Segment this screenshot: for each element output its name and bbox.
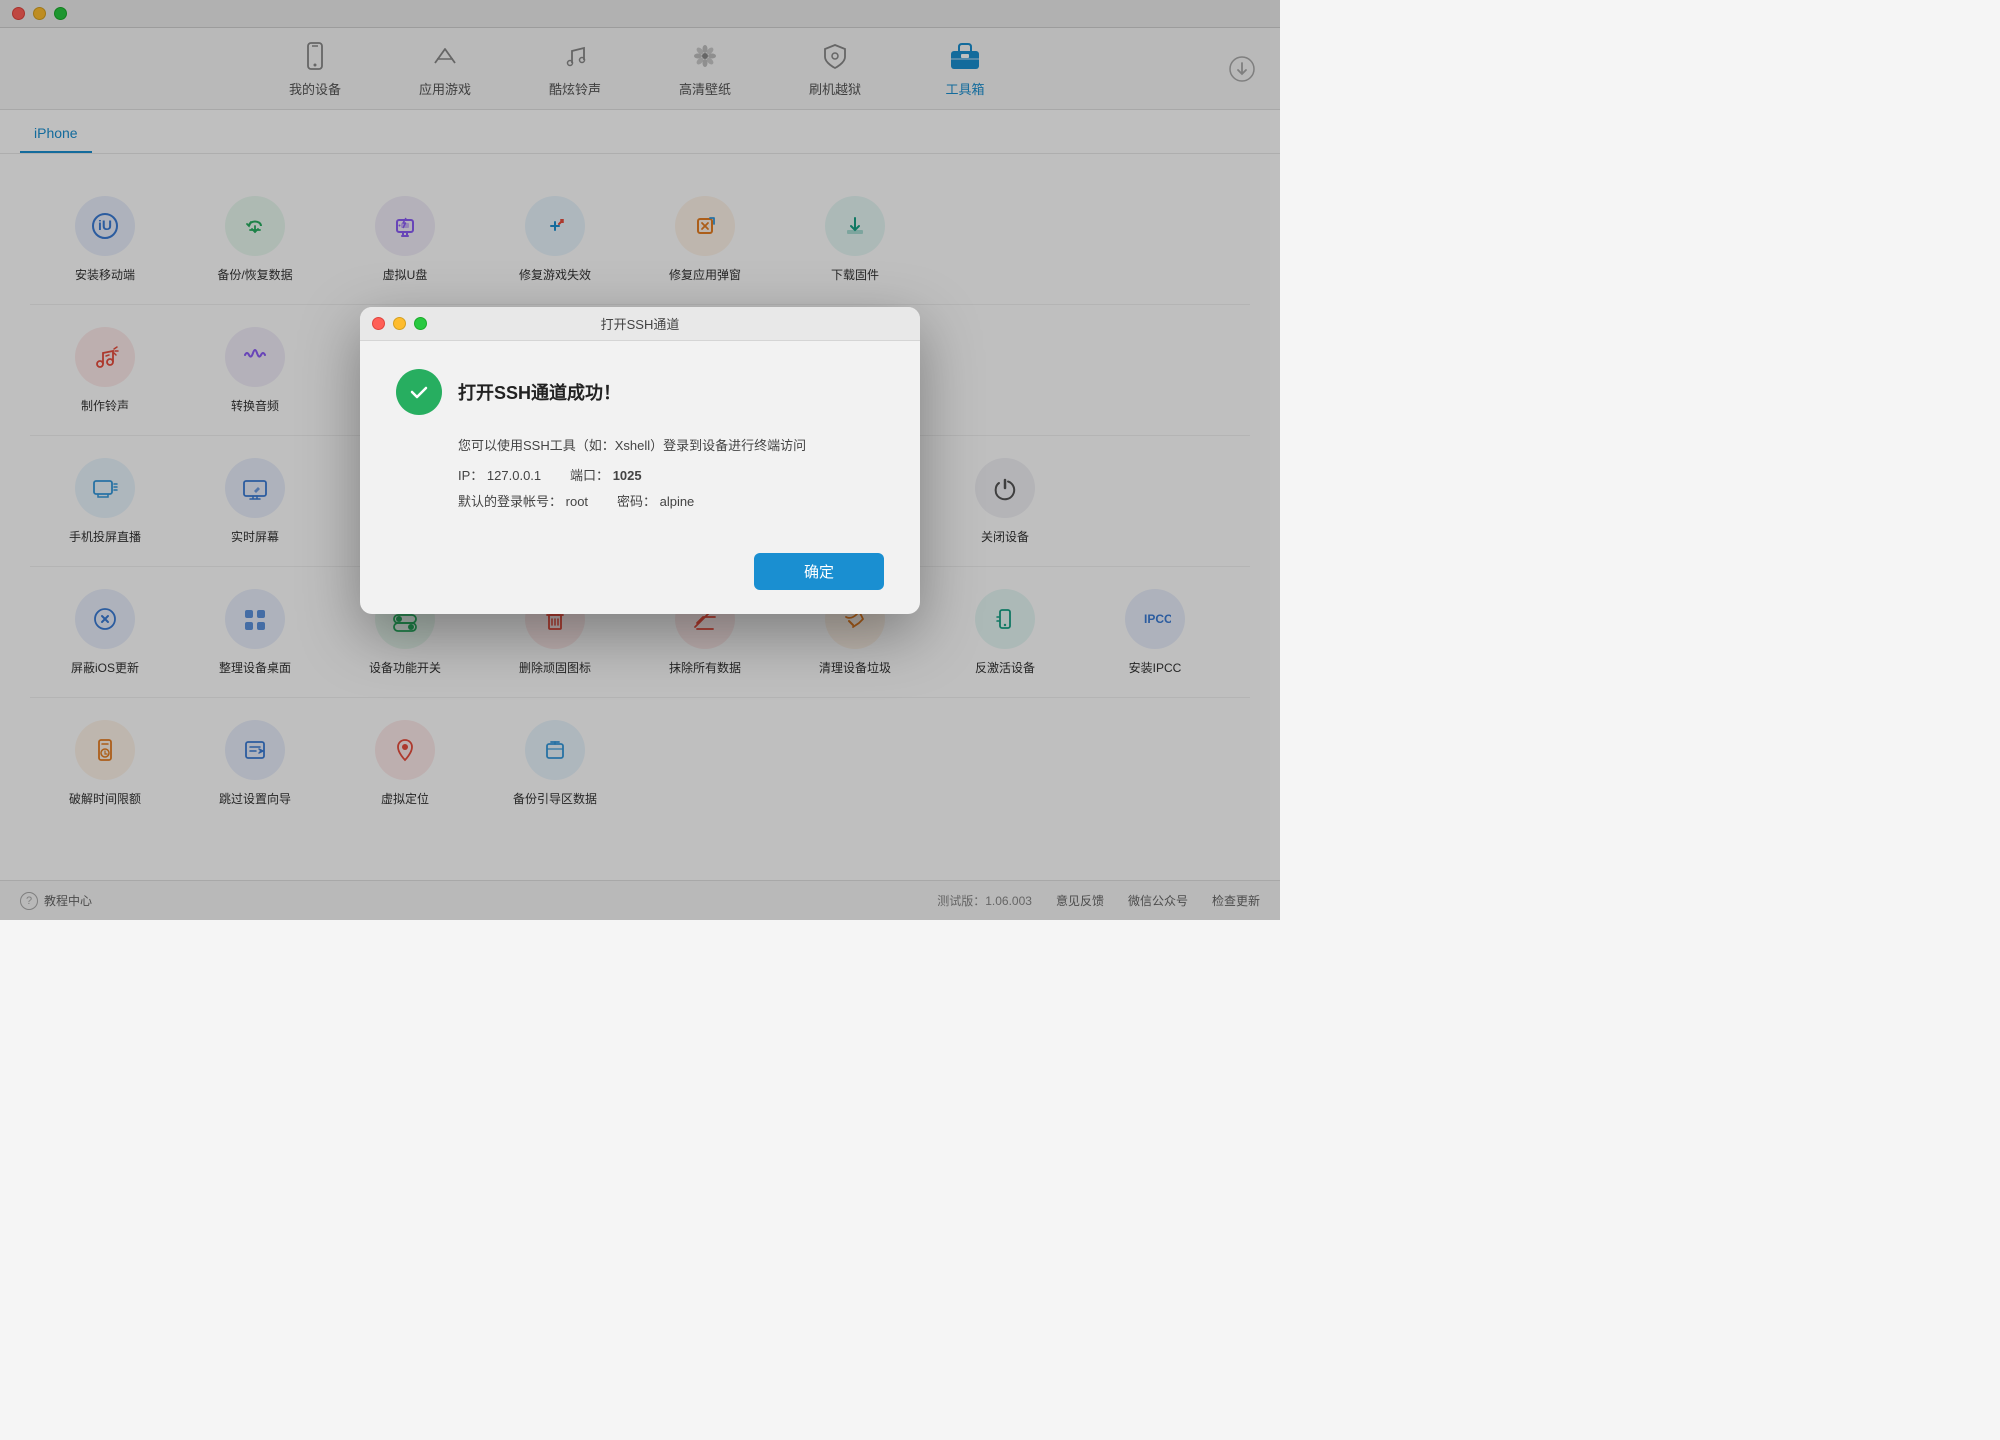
modal-port-value: 1025 bbox=[613, 468, 642, 483]
modal-close-button[interactable] bbox=[372, 317, 385, 330]
modal-footer: 确定 bbox=[360, 543, 920, 614]
modal-account-label: 默认的登录帐号： bbox=[458, 494, 562, 509]
modal-password-label: 密码： bbox=[617, 494, 656, 509]
modal-body: 打开SSH通道成功！ 您可以使用SSH工具（如：Xshell）登录到设备进行终端… bbox=[360, 341, 920, 543]
modal-account-value: root bbox=[566, 494, 588, 509]
success-title: 打开SSH通道成功！ bbox=[458, 379, 621, 405]
modal-maximize-button[interactable] bbox=[414, 317, 427, 330]
success-row: 打开SSH通道成功！ bbox=[396, 369, 884, 415]
modal-password-value: alpine bbox=[660, 494, 695, 509]
ssh-modal: 打开SSH通道 打开SSH通道成功！ 您可以使用SSH工具（如：Xshell）登… bbox=[360, 307, 920, 614]
modal-traffic-lights bbox=[372, 317, 427, 330]
modal-description: 您可以使用SSH工具（如：Xshell）登录到设备进行终端访问 bbox=[458, 433, 884, 459]
modal-ip-label: IP： bbox=[458, 468, 483, 483]
modal-port-label: 端口： bbox=[570, 468, 609, 483]
modal-titlebar: 打开SSH通道 bbox=[360, 307, 920, 341]
success-icon bbox=[396, 369, 442, 415]
modal-minimize-button[interactable] bbox=[393, 317, 406, 330]
modal-account-row: 默认的登录帐号： root 密码： alpine bbox=[458, 489, 884, 515]
modal-title: 打开SSH通道 bbox=[601, 314, 680, 333]
modal-info: 您可以使用SSH工具（如：Xshell）登录到设备进行终端访问 IP： 127.… bbox=[396, 433, 884, 515]
confirm-button[interactable]: 确定 bbox=[754, 553, 884, 590]
modal-overlay: 打开SSH通道 打开SSH通道成功！ 您可以使用SSH工具（如：Xshell）登… bbox=[0, 0, 1280, 920]
modal-ip-value: 127.0.0.1 bbox=[487, 468, 541, 483]
modal-ip-row: IP： 127.0.0.1 端口： 1025 bbox=[458, 463, 884, 489]
